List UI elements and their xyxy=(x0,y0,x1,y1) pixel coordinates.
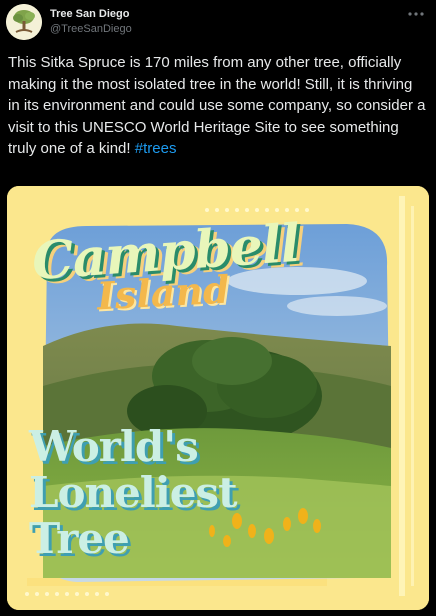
tweet-header: Tree San Diego @TreeSanDiego xyxy=(0,0,436,50)
account-handle[interactable]: @TreeSanDiego xyxy=(50,23,132,35)
tweet-text: This Sitka Spruce is 170 miles from any … xyxy=(8,52,428,160)
display-name[interactable]: Tree San Diego xyxy=(50,8,129,20)
more-options-button[interactable] xyxy=(404,4,428,24)
poster-headline-line2: Loneliest xyxy=(29,468,237,517)
more-dots-icon xyxy=(408,12,424,16)
tree-logo-icon xyxy=(6,4,42,40)
avatar[interactable] xyxy=(6,4,42,40)
tweet-image[interactable]: Campbell Island World's Loneliest Tree xyxy=(7,186,429,610)
poster-title-line2: Island xyxy=(95,266,231,319)
poster-headline-line1: World's xyxy=(29,422,199,471)
tweet-body: This Sitka Spruce is 170 miles from any … xyxy=(8,54,426,157)
poster-headline-line3: Tree xyxy=(29,514,130,563)
hashtag-link[interactable]: #trees xyxy=(135,140,177,157)
